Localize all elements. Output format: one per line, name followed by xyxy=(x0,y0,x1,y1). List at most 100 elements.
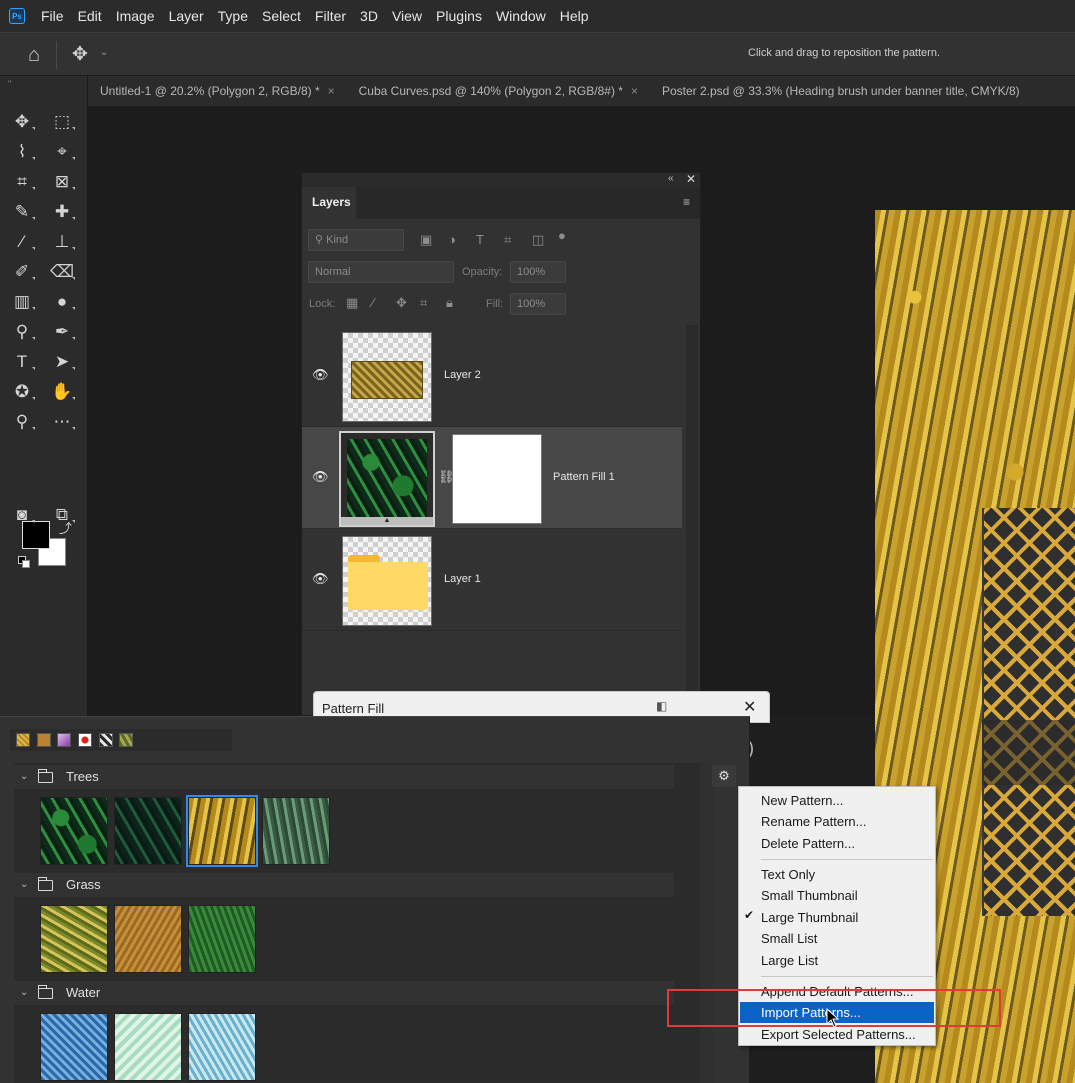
layers-scrollbar[interactable] xyxy=(686,325,698,705)
layer-thumbnail[interactable] xyxy=(342,536,432,626)
healing-brush-tool-icon[interactable]: ✚ xyxy=(48,198,76,226)
layer-row-layer-1[interactable]: 👁︎ Layer 1 xyxy=(302,529,682,631)
menu-item-small-thumbnail[interactable]: Small Thumbnail xyxy=(740,885,934,906)
chevron-down-icon[interactable]: ⌄ xyxy=(20,873,28,897)
recent-pattern-swatch[interactable] xyxy=(78,733,92,747)
pattern-swatch-tree-3[interactable] xyxy=(186,795,258,867)
zoom-tool-icon[interactable]: ⚲ xyxy=(8,408,36,436)
eraser-tool-icon[interactable]: ⌫ xyxy=(48,258,76,286)
menu-item-new-pattern[interactable]: New Pattern... xyxy=(740,790,934,811)
home-icon[interactable]: ⌂ xyxy=(22,43,46,67)
close-icon[interactable]: × xyxy=(328,84,335,98)
clone-stamp-tool-icon[interactable]: ⊥ xyxy=(48,228,76,256)
brush-tool-icon[interactable]: ⁄ xyxy=(8,228,36,256)
marquee-tool-icon[interactable]: ⬚ xyxy=(48,108,76,136)
preview-toggle-icon[interactable]: ◧ xyxy=(656,699,667,713)
pattern-swatch-tree-4[interactable] xyxy=(262,797,330,865)
menu-filter[interactable]: Filter xyxy=(308,0,353,32)
visibility-eye-icon[interactable]: 👁︎ xyxy=(312,469,329,484)
filter-toggle-icon[interactable]: ● xyxy=(558,228,566,243)
pattern-swatch-water-1[interactable] xyxy=(40,1013,108,1081)
pattern-swatch-water-2[interactable] xyxy=(114,1013,182,1081)
menu-plugins[interactable]: Plugins xyxy=(429,0,489,32)
more-tools-icon[interactable]: ⋯ xyxy=(48,408,76,436)
smart-object-filter-icon[interactable]: ◫ xyxy=(532,232,544,248)
panel-menu-icon[interactable]: ≡ xyxy=(683,195,690,209)
menu-edit[interactable]: Edit xyxy=(71,0,109,32)
visibility-eye-icon[interactable]: 👁︎ xyxy=(312,367,329,382)
layer-name[interactable]: Pattern Fill 1 xyxy=(553,471,615,483)
lock-pixels-icon[interactable]: ⁄ xyxy=(372,295,374,310)
tab-untitled-1[interactable]: Untitled-1 @ 20.2% (Polygon 2, RGB/8) * … xyxy=(88,84,347,98)
custom-shape-tool-icon[interactable]: ✪ xyxy=(8,378,36,406)
layer-thumbnail[interactable] xyxy=(342,332,432,422)
menu-item-small-list[interactable]: Small List xyxy=(740,928,934,949)
menu-image[interactable]: Image xyxy=(109,0,162,32)
fill-input[interactable]: 100% xyxy=(510,293,566,315)
close-icon[interactable]: ✕ xyxy=(743,697,756,717)
recent-pattern-swatch[interactable] xyxy=(16,733,30,747)
lock-all-icon[interactable]: 🔒︎ xyxy=(446,295,453,311)
type-tool-icon[interactable]: T xyxy=(8,348,36,376)
hand-tool-icon[interactable]: ✋ xyxy=(48,378,76,406)
pattern-swatch-grass-1[interactable] xyxy=(40,905,108,973)
crop-tool-icon[interactable]: ⌗ xyxy=(8,168,36,196)
pattern-swatch-tree-2[interactable] xyxy=(114,797,182,865)
menu-help[interactable]: Help xyxy=(553,0,596,32)
adjustment-layer-filter-icon[interactable]: ◑ xyxy=(448,232,456,247)
gear-icon[interactable]: ⚙ xyxy=(712,765,736,787)
pattern-group-water[interactable]: ⌄ Water xyxy=(14,981,674,1005)
kind-filter-select[interactable]: ⚲ Kind xyxy=(308,229,404,251)
lock-artboard-icon[interactable]: ⌗ xyxy=(420,295,427,311)
menu-layer[interactable]: Layer xyxy=(162,0,211,32)
move-tool-icon[interactable]: ✥ xyxy=(8,108,36,136)
layer-mask-thumbnail[interactable] xyxy=(452,434,542,524)
pattern-group-trees[interactable]: ⌄ Trees xyxy=(14,765,674,789)
menu-item-rename-pattern[interactable]: Rename Pattern... xyxy=(740,811,934,832)
opacity-input[interactable]: 100% xyxy=(510,261,566,283)
dodge-tool-icon[interactable]: ⚲ xyxy=(8,318,36,346)
pattern-swatch-grass-3[interactable] xyxy=(188,905,256,973)
recent-pattern-swatch[interactable] xyxy=(99,733,113,747)
layer-name[interactable]: Layer 1 xyxy=(444,573,481,585)
pattern-swatch-tree-1[interactable] xyxy=(40,797,108,865)
object-selection-tool-icon[interactable]: ⌖ xyxy=(48,138,76,166)
blur-tool-icon[interactable]: ● xyxy=(48,288,76,316)
pattern-swatch-water-3[interactable] xyxy=(188,1013,256,1081)
fill-thumbnail-frame[interactable]: ▲ xyxy=(339,431,435,527)
layers-panel-header[interactable] xyxy=(302,173,700,187)
chevron-down-icon[interactable]: ⌄ xyxy=(20,981,28,1005)
type-layer-filter-icon[interactable]: T xyxy=(476,232,484,247)
menu-item-large-thumbnail[interactable]: Large Thumbnail xyxy=(740,907,934,928)
lock-position-icon[interactable]: ✥ xyxy=(396,295,407,311)
menu-item-large-list[interactable]: Large List xyxy=(740,950,934,971)
tab-poster-2[interactable]: Poster 2.psd @ 33.3% (Heading brush unde… xyxy=(650,84,1032,98)
menu-item-delete-pattern[interactable]: Delete Pattern... xyxy=(740,833,934,854)
lock-transparency-icon[interactable]: ▦ xyxy=(346,295,358,311)
pattern-list-scrollbar[interactable] xyxy=(700,763,714,1083)
shape-layer-filter-icon[interactable]: ⌗ xyxy=(504,232,511,248)
collapse-icon[interactable]: « xyxy=(668,173,674,184)
default-colors-icon[interactable] xyxy=(18,556,30,568)
tab-layers[interactable]: Layers xyxy=(302,187,356,219)
recent-pattern-swatch[interactable] xyxy=(37,733,51,747)
pattern-group-grass[interactable]: ⌄ Grass xyxy=(14,873,674,897)
path-selection-tool-icon[interactable]: ➤ xyxy=(48,348,76,376)
lasso-tool-icon[interactable]: ⌇ xyxy=(8,138,36,166)
toolbox-grip-icon[interactable]: " xyxy=(8,79,12,89)
tab-cuba-curves[interactable]: Cuba Curves.psd @ 140% (Polygon 2, RGB/8… xyxy=(347,84,650,98)
visibility-eye-icon[interactable]: 👁︎ xyxy=(312,571,329,586)
chevron-down-icon[interactable]: ⌄ xyxy=(100,47,108,58)
blend-mode-select[interactable]: Normal xyxy=(308,261,454,283)
chevron-down-icon[interactable]: ⌄ xyxy=(20,765,28,789)
recent-pattern-swatch[interactable] xyxy=(119,733,133,747)
menu-type[interactable]: Type xyxy=(211,0,255,32)
menu-item-text-only[interactable]: Text Only xyxy=(740,864,934,885)
pattern-swatch-grass-2[interactable] xyxy=(114,905,182,973)
close-icon[interactable]: × xyxy=(631,84,638,98)
layer-name[interactable]: Layer 2 xyxy=(444,369,481,381)
pen-tool-icon[interactable]: ✒ xyxy=(48,318,76,346)
menu-window[interactable]: Window xyxy=(489,0,553,32)
quick-mask-icon[interactable]: ◙ xyxy=(8,501,36,529)
move-tool-icon[interactable]: ✥ xyxy=(68,43,92,67)
